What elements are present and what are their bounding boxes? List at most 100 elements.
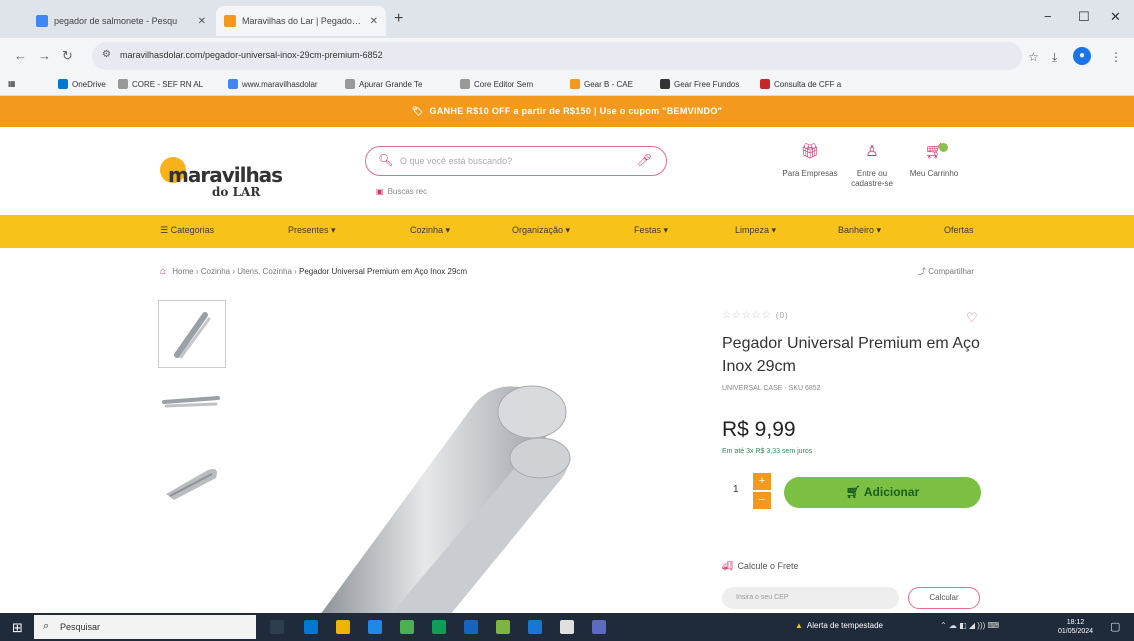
system-tray[interactable]: ⌃ ☁ ◧ ◢ ))) ⌨ [940, 621, 999, 630]
task-view-icon[interactable] [270, 620, 284, 634]
nav-banheiro[interactable]: Banheiro ▾ [838, 225, 881, 236]
url-input[interactable]: ⚙ maravilhasdolar.com/pegador-universal-… [92, 42, 1022, 70]
warning-icon: ▲ [795, 621, 803, 630]
share-link[interactable]: ⤴ Compartilhar [918, 266, 974, 277]
bookmark-item[interactable]: Apurar Grande Te [345, 79, 422, 89]
add-to-cart-button[interactable]: 🛒︎ Adicionar [784, 477, 981, 508]
breadcrumb-item[interactable]: Cozinha [201, 267, 230, 276]
page-icon [345, 79, 355, 89]
weather-widget[interactable]: ▲ Alerta de tempestade [795, 621, 883, 630]
app-icon[interactable] [592, 620, 606, 634]
file-explorer-icon[interactable] [336, 620, 350, 634]
back-icon[interactable]: ← [14, 48, 27, 63]
weather-text: Alerta de tempestade [806, 621, 883, 630]
nav-cozinha[interactable]: Cozinha ▾ [410, 225, 450, 236]
windows-start-icon[interactable]: ⊞ [12, 620, 23, 636]
bookmark-item[interactable]: Gear Free Fundos [660, 79, 739, 89]
nav-limpeza[interactable]: Limpeza ▾ [735, 225, 776, 236]
product-main-image[interactable] [240, 300, 690, 615]
search-icon: ⌕ [43, 620, 50, 632]
app-icon[interactable] [560, 620, 574, 634]
truck-icon: 🚚︎ [722, 561, 734, 571]
app-icon[interactable] [496, 620, 510, 634]
bookmark-item[interactable]: www.maravilhasdolar [228, 79, 318, 89]
breadcrumb-item[interactable]: Home [172, 267, 193, 276]
taskbar-search-input[interactable]: ⌕ Pesquisar [34, 615, 256, 639]
site-header: maravilhas do LAR 🔍︎ O que você está bus… [0, 127, 1134, 215]
tag-icon: 🏷 [411, 106, 424, 116]
qty-decrease-button[interactable]: − [753, 492, 771, 509]
new-tab-button[interactable]: + [394, 10, 403, 28]
notifications-icon[interactable]: ▢ [1110, 620, 1120, 633]
close-window-button[interactable]: ✕ [1110, 9, 1121, 25]
cep-input[interactable]: Insira o seu CEP [722, 587, 899, 609]
site-info-icon[interactable]: ⚙ [102, 49, 111, 60]
site-logo[interactable]: maravilhas do LAR [160, 157, 283, 199]
product-thumbnail[interactable] [158, 444, 226, 512]
share-label: Compartilhar [928, 267, 975, 276]
search-placeholder: O que você está buscando? [400, 156, 513, 166]
favorite-heart-icon[interactable]: ♡ [966, 310, 978, 326]
tab-search[interactable]: pegador de salmonete - Pesqu ✕ [28, 6, 214, 36]
nav-festas[interactable]: Festas ▾ [634, 225, 668, 236]
date-text: 01/05/2024 [1058, 628, 1094, 635]
breadcrumb-item[interactable]: Utens. Cozinha [237, 267, 292, 276]
store-icon[interactable] [368, 620, 382, 634]
profile-avatar[interactable]: ● [1073, 47, 1091, 65]
search-input[interactable]: 🔍︎ O que você está buscando? 🎤︎ [365, 146, 667, 176]
cart-link[interactable]: 🛒︎ Meu Carrinho [904, 143, 964, 179]
nav-organizacao[interactable]: Organização ▾ [512, 225, 570, 236]
home-icon[interactable]: ⌂ [160, 266, 166, 277]
minimize-button[interactable]: − [1044, 9, 1052, 24]
bookmark-item[interactable]: Consulta de CFF a [760, 79, 841, 89]
bookmark-item[interactable]: Core Editor Sem [460, 79, 533, 89]
bookmark-item[interactable]: OneDrive [58, 79, 106, 89]
close-tab-icon[interactable]: ✕ [198, 16, 206, 27]
nav-presentes[interactable]: Presentes ▾ [288, 225, 336, 236]
calculate-shipping-button[interactable]: Calcular [908, 587, 980, 609]
promo-banner[interactable]: 🏷 GANHE R$10 OFF a partir de R$150 | Use … [0, 96, 1134, 127]
nav-categorias[interactable]: ☰ Categorias [160, 225, 214, 236]
recent-searches-link[interactable]: ▣ Buscas rec [376, 187, 427, 196]
close-tab-icon[interactable]: ✕ [370, 16, 378, 27]
maximize-button[interactable]: ☐ [1078, 9, 1090, 25]
apps-icon[interactable]: ▦ [8, 79, 16, 88]
product-thumbnail[interactable] [158, 300, 226, 368]
bookmark-star-icon[interactable]: ☆ [1028, 50, 1039, 64]
bookmark-item[interactable]: CORE - SEF RN AL [118, 79, 203, 89]
download-icon[interactable]: ⤓ [1052, 50, 1057, 65]
app-icon[interactable] [528, 620, 542, 634]
forward-icon[interactable]: → [38, 48, 51, 63]
app-icon[interactable] [464, 620, 478, 634]
microphone-icon[interactable]: 🎤︎ [637, 153, 652, 167]
menu-icon[interactable]: ⋮ [1110, 50, 1122, 64]
tab-product[interactable]: Maravilhas do Lar | Pegador Un ✕ [216, 6, 386, 36]
business-link[interactable]: 🎁︎ Para Empresas [780, 144, 840, 179]
clock[interactable]: 18:12 01/05/2024 [1058, 618, 1093, 636]
bookmarks-bar: ▦ OneDrive CORE - SEF RN AL www.maravilh… [0, 74, 1134, 96]
bookmark-label: Apurar Grande Te [359, 79, 423, 89]
reload-icon[interactable]: ↻ [62, 48, 73, 64]
chrome-icon[interactable] [400, 620, 414, 634]
onedrive-icon [58, 79, 68, 89]
login-link[interactable]: ♙ Entre ou cadastre-se [842, 143, 902, 189]
product-thumbnail[interactable] [158, 368, 226, 436]
app-icon[interactable] [432, 620, 446, 634]
product-title: Pegador Universal Premium em Aço Inox 29… [722, 335, 980, 375]
category-nav: ☰ Categorias Presentes ▾ Cozinha ▾ Organ… [0, 215, 1134, 248]
qty-increase-button[interactable]: + [753, 473, 771, 490]
nav-ofertas[interactable]: Ofertas [944, 225, 974, 235]
product-price: R$ 9,99 [722, 418, 796, 441]
action-label: Meu Carrinho [909, 169, 959, 178]
user-icon: ♙ [865, 143, 879, 160]
search-icon[interactable]: 🔍︎ [378, 153, 393, 167]
edge-icon[interactable] [304, 620, 318, 634]
bookmark-item[interactable]: Gear B - CAE [570, 79, 633, 89]
bookmark-label: Gear B - CAE [584, 79, 633, 89]
breadcrumb-current: Pegador Universal Premium em Aço Inox 29… [299, 267, 468, 276]
quantity-value[interactable]: 1 [733, 484, 739, 495]
site-favicon-icon [224, 15, 236, 27]
product-sku: UNIVERSAL CASE · SKU 6852 [722, 385, 821, 392]
rating-count: (0) [775, 311, 789, 320]
calendar-icon: ▣ [376, 187, 384, 196]
